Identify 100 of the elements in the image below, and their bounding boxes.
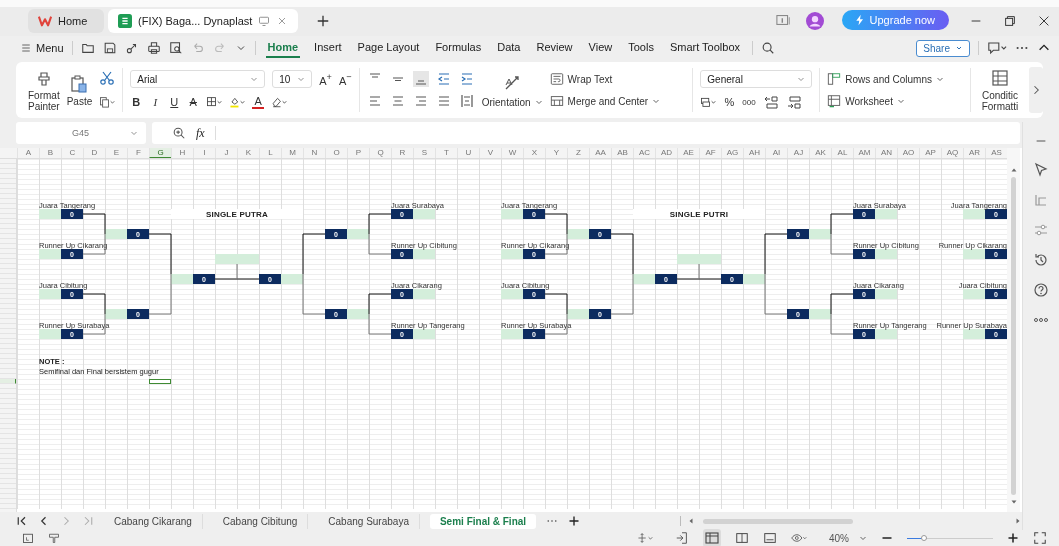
column-header[interactable]: AF [699, 148, 721, 158]
column-header[interactable]: AN [875, 148, 897, 158]
scissors-icon[interactable] [99, 70, 116, 86]
ribbon-tab[interactable]: Review [534, 38, 575, 58]
horizontal-scrollbar[interactable] [680, 516, 1022, 526]
grow-font-button[interactable]: A$^{+}$ [319, 71, 332, 87]
column-header[interactable]: L [259, 148, 281, 158]
column-header[interactable]: A [17, 148, 39, 158]
avatar-icon[interactable] [805, 12, 824, 30]
close-icon[interactable] [1037, 14, 1051, 28]
underline-button[interactable]: U [168, 96, 181, 108]
print-icon[interactable] [146, 41, 161, 55]
column-header[interactable]: W [501, 148, 523, 158]
sheet-tab[interactable]: Cabang Cikarang [104, 513, 203, 529]
sheet-tab[interactable]: Cabang Cibitung [212, 513, 309, 529]
column-header[interactable]: I [193, 148, 215, 158]
zoom-icon[interactable] [172, 126, 186, 140]
column-header[interactable]: AR [963, 148, 985, 158]
column-header[interactable]: AB [611, 148, 633, 158]
column-header[interactable]: D [83, 148, 105, 158]
wrap-text-button[interactable]: Wrap Text [549, 72, 613, 86]
app-tab[interactable]: Home [28, 9, 104, 33]
comment-icon[interactable] [987, 40, 1007, 56]
column-header[interactable]: Z [567, 148, 589, 158]
scroll-down-icon[interactable] [1009, 498, 1018, 506]
sheet-tab[interactable]: Semi Final & Final [429, 513, 537, 529]
selected-row-header[interactable] [0, 379, 16, 384]
column-header[interactable]: M [281, 148, 303, 158]
column-header[interactable]: Y [545, 148, 567, 158]
ribbon-tab[interactable]: Smart Toolbox [667, 38, 742, 58]
calendar-icon[interactable] [22, 532, 34, 544]
worksheet-button[interactable]: Worksheet [827, 94, 905, 108]
percent-button[interactable]: % [723, 96, 736, 108]
fullscreen-icon[interactable] [1033, 531, 1047, 545]
move-icon[interactable] [637, 530, 653, 546]
paste-button[interactable]: Paste [66, 73, 93, 107]
column-header[interactable]: J [215, 148, 237, 158]
sign-in-icon[interactable] [675, 531, 689, 545]
copy-icon[interactable] [99, 94, 116, 110]
menu-button[interactable]: Menu [20, 42, 64, 54]
column-header[interactable]: H [171, 148, 193, 158]
scroll-up-icon[interactable] [1009, 166, 1018, 174]
name-box[interactable]: G45 [16, 122, 146, 144]
align-bottom-icon[interactable] [412, 71, 429, 87]
distributed-icon[interactable] [458, 93, 475, 109]
column-header[interactable]: AH [743, 148, 765, 158]
column-header[interactable]: O [325, 148, 347, 158]
selected-cell[interactable] [149, 379, 171, 384]
print-preview-icon[interactable] [168, 41, 183, 55]
folder-icon[interactable] [80, 41, 95, 55]
strikethrough-button[interactable]: A [187, 96, 200, 108]
column-header[interactable]: AG [721, 148, 743, 158]
number-format-dropdown[interactable]: General [700, 70, 813, 88]
column-header[interactable]: AJ [787, 148, 809, 158]
zoom-in-icon[interactable] [1007, 532, 1019, 544]
column-header[interactable]: C [61, 148, 83, 158]
column-header[interactable]: G [149, 148, 171, 158]
merge-and-center-button[interactable]: Merge and Center [549, 94, 661, 108]
app-tab[interactable]: (FIX) Baga... Dynaplast [108, 9, 299, 33]
font-size-dropdown[interactable]: 10 [272, 70, 313, 88]
ribbon-tab[interactable]: Formulas [433, 38, 484, 58]
window-count-icon[interactable] [775, 12, 792, 28]
formula-input[interactable]: fx [152, 122, 1020, 144]
column-header[interactable]: AL [831, 148, 853, 158]
first-sheet-icon[interactable] [16, 515, 28, 527]
share-button[interactable]: Share [916, 39, 970, 57]
history-icon[interactable] [1033, 252, 1049, 268]
column-header[interactable]: AP [919, 148, 941, 158]
column-header[interactable]: U [457, 148, 479, 158]
column-header[interactable]: S [413, 148, 435, 158]
column-header[interactable]: AA [589, 148, 611, 158]
page-view-icon[interactable] [763, 531, 777, 545]
column-header[interactable]: AE [677, 148, 699, 158]
ribbon-tab[interactable]: Data [495, 38, 523, 58]
column-header[interactable]: AD [655, 148, 677, 158]
shrink-font-button[interactable]: A$^{−}$ [338, 71, 352, 87]
orientation-button[interactable]: Orientation [481, 96, 543, 108]
function-button[interactable]: fx [196, 125, 205, 141]
add-sheet-icon[interactable] [568, 515, 581, 527]
thousands-separator-button[interactable]: 000 [742, 97, 756, 107]
column-header[interactable]: AI [765, 148, 787, 158]
rows-and-columns-button[interactable]: Rows and Columns [827, 72, 944, 86]
zoom-dropdown[interactable]: 40% [829, 532, 867, 544]
font-color-button[interactable]: A [252, 95, 265, 109]
format-painter-button[interactable]: Format Painter [28, 68, 60, 112]
monitor-icon[interactable] [258, 15, 271, 27]
save-icon[interactable] [102, 41, 117, 55]
column-header[interactable]: AO [897, 148, 919, 158]
column-header[interactable]: Q [369, 148, 391, 158]
ribbon-tab[interactable]: Insert [312, 38, 344, 58]
column-header[interactable]: AM [853, 148, 875, 158]
column-header[interactable]: AQ [941, 148, 963, 158]
column-header[interactable]: K [237, 148, 259, 158]
upgrade-button[interactable]: Upgrade now [841, 10, 949, 30]
ribbon-tab[interactable]: View [586, 38, 615, 58]
column-header[interactable]: E [105, 148, 127, 158]
column-header[interactable]: P [347, 148, 369, 158]
italic-button[interactable]: I [149, 96, 162, 108]
ribbon-tab[interactable]: Page Layout [355, 38, 422, 58]
bold-button[interactable]: B [130, 96, 143, 108]
